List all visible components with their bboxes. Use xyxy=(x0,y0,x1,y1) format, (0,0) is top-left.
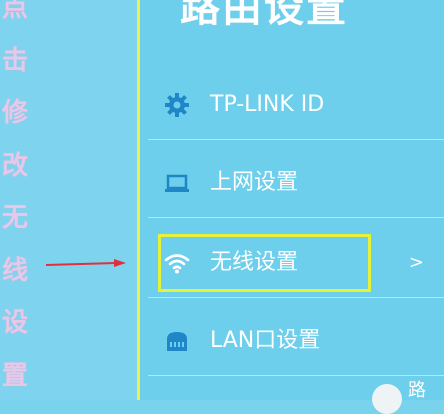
annotation-char: 无 xyxy=(2,203,29,233)
annotation-char: 点 xyxy=(2,0,29,23)
menu-separator xyxy=(148,139,444,140)
left-annotation-area: 点 击 修 改 无 线 设 置 xyxy=(0,0,138,400)
menu-item-internet-settings[interactable]: 上网设置 xyxy=(148,148,444,218)
menu-item-tplink-id[interactable]: TP-LINK ID xyxy=(148,70,444,140)
highlight-box xyxy=(158,234,371,292)
router-settings-panel: 路由设置 TP-LINK ID 上网设置 无线设置 > LAN口设置 xyxy=(140,0,444,400)
menu-item-label: TP-LINK ID xyxy=(210,92,325,117)
menu-separator xyxy=(148,217,444,218)
corner-watermark-text: 路 xyxy=(408,380,426,401)
annotation-char: 击 xyxy=(2,45,29,76)
menu-item-lan-settings[interactable]: LAN口设置 xyxy=(148,306,444,376)
menu-item-label: 上网设置 xyxy=(210,170,299,195)
annotation-char: 设 xyxy=(2,308,29,338)
annotation-char: 改 xyxy=(2,150,29,181)
menu-separator xyxy=(148,375,444,376)
menu-separator xyxy=(148,297,444,298)
annotation-char: 线 xyxy=(2,255,29,286)
router-icon xyxy=(167,332,187,351)
annotation-char: 置 xyxy=(2,360,29,391)
gear-icon xyxy=(165,93,189,117)
corner-logo-icon xyxy=(372,384,402,414)
red-arrow-icon xyxy=(46,259,126,267)
annotation-char: 修 xyxy=(2,98,29,128)
laptop-icon xyxy=(165,174,189,192)
menu-item-label: LAN口设置 xyxy=(210,328,321,353)
page-title: 路由设置 xyxy=(180,0,348,31)
chevron-right-icon: > xyxy=(408,252,424,273)
vertical-annotation-text: 点 击 修 改 无 线 设 置 xyxy=(2,0,28,402)
